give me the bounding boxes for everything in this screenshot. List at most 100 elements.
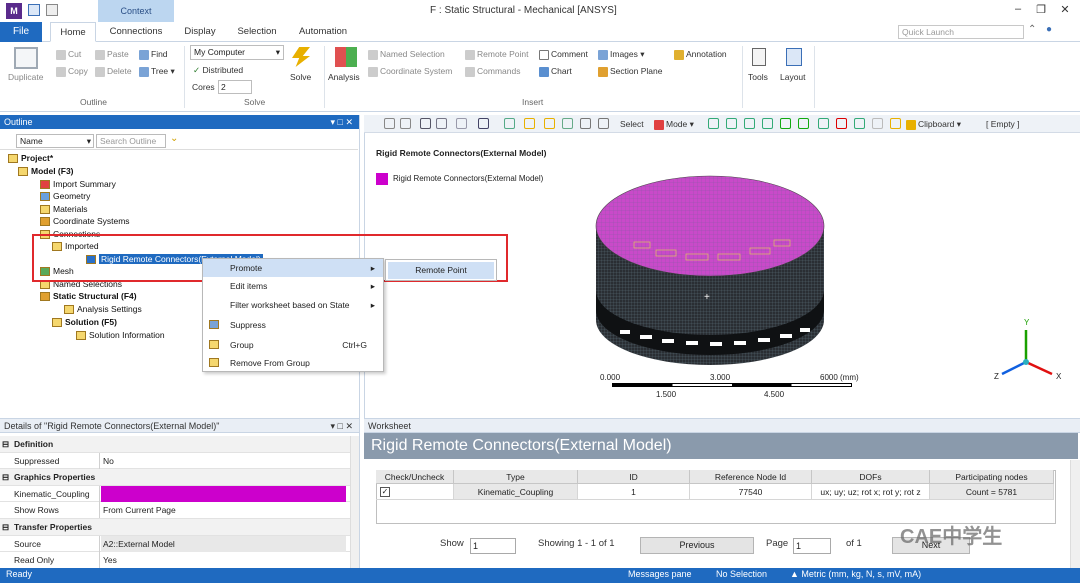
details-value[interactable]: From Current Page bbox=[101, 502, 346, 518]
tree-node[interactable]: Geometry bbox=[40, 191, 90, 202]
tree-node[interactable]: Coordinate Systems bbox=[40, 216, 130, 227]
view-tool-icon[interactable] bbox=[726, 118, 737, 129]
context-menu-item[interactable]: Remove From Group bbox=[203, 354, 383, 372]
view-tool-icon[interactable] bbox=[562, 118, 573, 129]
tab-connections[interactable]: Connections bbox=[100, 22, 172, 42]
show-input[interactable]: 1 bbox=[470, 538, 516, 554]
context-menu-item[interactable]: Promote ▸ bbox=[203, 259, 383, 277]
cores-input[interactable]: 2 bbox=[218, 80, 252, 94]
details-row[interactable]: Kinematic_Coupling bbox=[0, 485, 352, 503]
panel-controls-icon[interactable]: ▾ □ ✕ bbox=[331, 115, 354, 129]
row-checkbox[interactable]: ✓ bbox=[380, 487, 390, 497]
paste-button[interactable]: Paste bbox=[95, 49, 129, 60]
tools-button[interactable]: Tools bbox=[748, 72, 768, 82]
view-tool-icon[interactable] bbox=[456, 118, 467, 129]
view-tool-icon[interactable] bbox=[708, 118, 719, 129]
duplicate-icon[interactable] bbox=[14, 47, 38, 69]
view-tool-icon[interactable] bbox=[836, 118, 847, 129]
named-selection-button[interactable]: Named Selection bbox=[368, 49, 445, 60]
tree-node[interactable]: Analysis Settings bbox=[64, 304, 142, 315]
tree-node[interactable]: Solution Information bbox=[76, 330, 165, 341]
collapse-ribbon-icon[interactable]: ⌃ bbox=[1028, 24, 1036, 35]
view-tool-icon[interactable] bbox=[798, 118, 809, 129]
details-value[interactable] bbox=[101, 485, 346, 502]
view-tool-icon[interactable] bbox=[436, 118, 447, 129]
minimize-icon[interactable]: – bbox=[1010, 3, 1026, 17]
delete-button[interactable]: Delete bbox=[95, 66, 132, 77]
select-button[interactable]: Select bbox=[620, 119, 644, 129]
filter-select[interactable]: Name ▾ bbox=[16, 134, 94, 148]
coordinate-system-button[interactable]: Coordinate System bbox=[368, 66, 452, 77]
details-section[interactable]: ⊟ Transfer Properties bbox=[0, 519, 352, 536]
details-row[interactable]: Source A2::External Model bbox=[0, 535, 352, 553]
column-header[interactable]: Reference Node Id bbox=[690, 470, 812, 484]
view-tool-icon[interactable] bbox=[872, 118, 883, 129]
solve-button[interactable]: Solve bbox=[290, 72, 311, 82]
view-tool-icon[interactable] bbox=[854, 118, 865, 129]
page-input[interactable]: 1 bbox=[793, 538, 831, 554]
collapse-icon[interactable]: ⊟ bbox=[2, 469, 9, 485]
quick-launch-input[interactable]: Quick Launch bbox=[898, 25, 1024, 39]
search-outline-input[interactable]: Search Outline bbox=[96, 134, 166, 148]
details-value[interactable]: Yes bbox=[101, 552, 346, 568]
find-button[interactable]: Find bbox=[139, 49, 168, 60]
view-tool-icon[interactable] bbox=[400, 118, 411, 129]
cut-button[interactable]: Cut bbox=[56, 49, 81, 60]
layout-button[interactable]: Layout bbox=[780, 72, 806, 82]
tree-node[interactable]: Model (F3) bbox=[18, 166, 74, 177]
tree-button[interactable]: Tree ▾ bbox=[139, 66, 175, 77]
tab-file[interactable]: File bbox=[0, 22, 42, 42]
view-tool-icon[interactable] bbox=[524, 118, 535, 129]
details-row[interactable]: Show Rows From Current Page bbox=[0, 502, 352, 519]
tab-display[interactable]: Display bbox=[176, 22, 224, 42]
details-section[interactable]: ⊟ Graphics Properties bbox=[0, 469, 352, 486]
context-menu-item[interactable]: Edit items ▸ bbox=[203, 277, 383, 295]
context-menu-item[interactable]: Filter worksheet based on State ▸ bbox=[203, 296, 383, 314]
worksheet-scrollbar[interactable] bbox=[1070, 460, 1080, 568]
view-tool-icon[interactable] bbox=[384, 118, 395, 129]
view-tool-icon[interactable] bbox=[762, 118, 773, 129]
column-header[interactable]: Type bbox=[454, 470, 578, 484]
close-icon[interactable]: ✕ bbox=[1057, 3, 1073, 17]
commands-button[interactable]: Commands bbox=[465, 66, 520, 77]
details-row[interactable]: Suppressed No bbox=[0, 452, 352, 470]
layout-icon[interactable] bbox=[786, 48, 802, 66]
context-menu-item[interactable]: Group Ctrl+G bbox=[203, 336, 383, 354]
details-section[interactable]: ⊟ Definition bbox=[0, 436, 352, 453]
context-menu-item[interactable]: Suppress bbox=[203, 316, 383, 334]
table-cell[interactable]: ✓ bbox=[376, 484, 454, 500]
menu-item-remote-point[interactable]: Remote Point bbox=[388, 262, 494, 279]
images-button[interactable]: Images ▾ bbox=[598, 49, 645, 60]
remote-point-button[interactable]: Remote Point bbox=[465, 49, 529, 60]
solver-target-select[interactable]: My Computer ▾ bbox=[190, 45, 284, 60]
chart-button[interactable]: Chart bbox=[539, 66, 572, 77]
tab-home[interactable]: Home bbox=[50, 22, 96, 42]
details-row[interactable]: Read Only Yes bbox=[0, 552, 352, 569]
view-tool-icon[interactable] bbox=[780, 118, 791, 129]
tree-node[interactable]: Materials bbox=[40, 204, 87, 215]
comment-button[interactable]: Comment bbox=[539, 49, 588, 60]
distributed-checkbox[interactable]: ✓ Distributed bbox=[193, 65, 243, 76]
search-options-icon[interactable]: ⌄ bbox=[170, 133, 178, 144]
column-header[interactable]: Check/Uncheck bbox=[376, 470, 454, 484]
analysis-button[interactable]: Analysis bbox=[328, 72, 360, 82]
details-value[interactable]: No bbox=[101, 453, 346, 469]
units-button[interactable]: ▲ Metric (mm, kg, N, s, mV, mA) bbox=[790, 569, 921, 579]
messages-pane-button[interactable]: Messages pane bbox=[628, 569, 692, 579]
details-value[interactable]: A2::External Model bbox=[101, 535, 346, 552]
tools-icon[interactable] bbox=[752, 48, 766, 66]
section-plane-button[interactable]: Section Plane bbox=[598, 66, 662, 77]
collapse-icon[interactable]: ⊟ bbox=[2, 519, 9, 535]
view-tool-icon[interactable] bbox=[890, 118, 901, 129]
tree-node[interactable]: Import Summary bbox=[40, 179, 116, 190]
model-render[interactable]: + bbox=[590, 170, 830, 370]
view-tool-icon[interactable] bbox=[478, 118, 489, 129]
column-header[interactable]: Participating nodes bbox=[930, 470, 1054, 484]
mode-button[interactable]: Mode ▾ bbox=[654, 119, 694, 130]
duplicate-button[interactable]: Duplicate bbox=[8, 72, 43, 82]
column-header[interactable]: DOFs bbox=[812, 470, 930, 484]
collapse-icon[interactable]: ⊟ bbox=[2, 436, 9, 452]
axis-triad[interactable] bbox=[990, 318, 1060, 384]
view-tool-icon[interactable] bbox=[504, 118, 515, 129]
view-tool-icon[interactable] bbox=[744, 118, 755, 129]
